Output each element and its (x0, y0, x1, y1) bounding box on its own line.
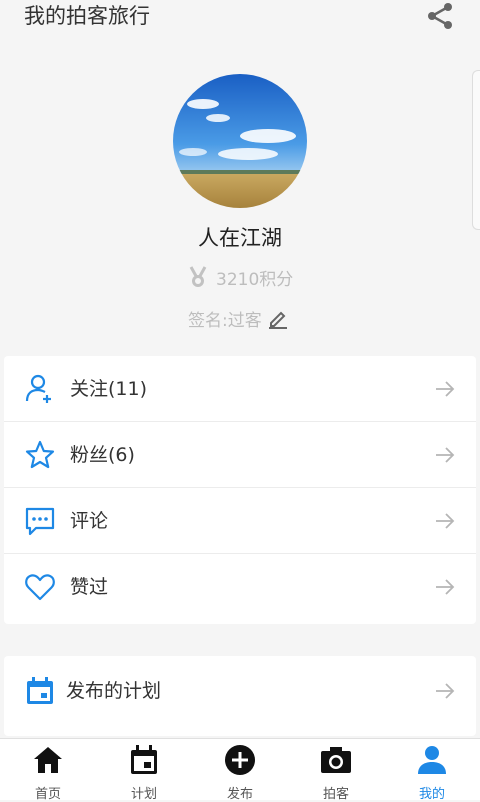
points-row: 3210积分 (186, 264, 293, 290)
points-text: 3210积分 (216, 269, 294, 290)
person-icon (418, 746, 446, 774)
plan-menu-card: 发布的计划 (4, 656, 476, 736)
home-icon (34, 747, 62, 773)
edit-icon[interactable] (266, 306, 290, 330)
menu-item-liked[interactable]: 赞过 (4, 554, 476, 620)
menu-label: 评论 (70, 510, 109, 532)
menu-label: 粉丝(6) (70, 444, 135, 466)
menu-label: 赞过 (70, 576, 109, 598)
menu-item-fans[interactable]: 粉丝(6) (4, 422, 476, 488)
page-title: 我的拍客旅行 (24, 4, 150, 28)
menu-label: 关注(11) (70, 378, 148, 400)
arrow-right-icon (436, 381, 455, 397)
star-icon (25, 440, 55, 469)
scroll-indicator (472, 70, 480, 230)
signature-text: 签名:过客 (188, 310, 262, 331)
nav-home[interactable]: 首页 (0, 739, 96, 802)
nav-label: 拍客 (322, 787, 349, 802)
camera-icon (321, 747, 351, 773)
menu-label: 发布的计划 (66, 680, 162, 702)
signature-row[interactable]: 签名:过客 (188, 305, 290, 331)
social-menu-card: 关注(11) 粉丝(6) 评论 赞过 (4, 356, 476, 624)
arrow-right-icon (436, 579, 455, 595)
nav-paike[interactable]: 拍客 (288, 739, 384, 802)
menu-item-published-plans[interactable]: 发布的计划 (4, 658, 476, 724)
comment-icon (25, 507, 55, 536)
arrow-right-icon (436, 683, 455, 699)
user-add-icon (25, 374, 51, 403)
share-icon[interactable] (424, 0, 456, 32)
nav-label: 首页 (34, 787, 61, 802)
bottom-nav: 首页 计划 发布 拍客 我的 (0, 738, 480, 802)
heart-icon (25, 574, 55, 601)
calendar-icon (131, 745, 157, 774)
nav-mine[interactable]: 我的 (384, 739, 480, 802)
top-bar: 我的拍客旅行 (0, 0, 480, 36)
add-circle-icon (225, 745, 255, 775)
menu-item-follow[interactable]: 关注(11) (4, 356, 476, 422)
nav-label: 我的 (418, 787, 445, 802)
avatar[interactable] (173, 74, 307, 208)
calendar-icon (27, 677, 53, 704)
nickname: 人在江湖 (198, 226, 282, 250)
menu-item-comments[interactable]: 评论 (4, 488, 476, 554)
arrow-right-icon (436, 513, 455, 529)
nav-label: 发布 (226, 787, 253, 802)
nav-publish[interactable]: 发布 (192, 739, 288, 802)
medal-icon (189, 266, 207, 287)
arrow-right-icon (436, 447, 455, 463)
nav-plan[interactable]: 计划 (96, 739, 192, 802)
nav-label: 计划 (130, 787, 157, 802)
